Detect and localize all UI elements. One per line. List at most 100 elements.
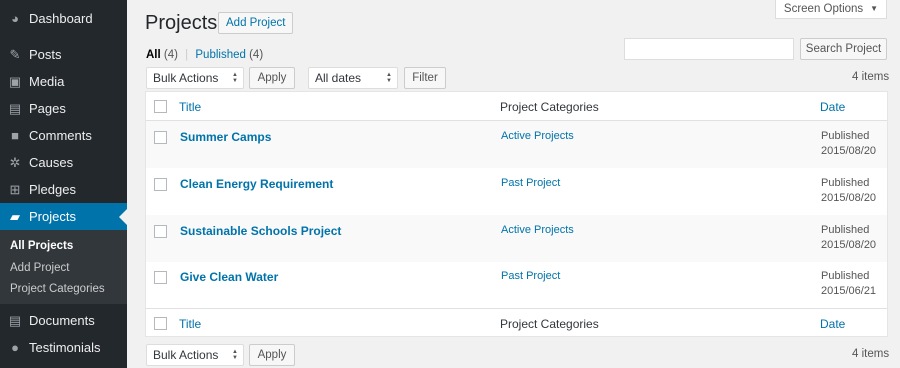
apply-button-bottom[interactable]: Apply [249, 344, 295, 366]
sidebar-item-projects[interactable]: ▰ Projects [0, 203, 127, 230]
select-all-checkbox[interactable] [154, 317, 167, 330]
sidebar-item-posts[interactable]: ✎ Posts [0, 41, 127, 68]
select-all-checkbox[interactable] [154, 100, 167, 113]
row-category-link[interactable]: Active Projects [501, 130, 574, 142]
submenu-add-project[interactable]: Add Project [10, 262, 69, 274]
testimonials-icon: ● [11, 340, 19, 355]
bulk-actions-value: Bulk Actions [153, 348, 219, 362]
comments-icon: ■ [11, 128, 19, 143]
sidebar-item-dashboard[interactable]: ◕ Dashboard [0, 5, 127, 32]
admin-sidebar: ◕ Dashboard ✎ Posts ▣ Media ▤ Pages ■ Co… [0, 0, 127, 368]
bulk-actions-select[interactable]: Bulk Actions ▲ ▼ [146, 67, 244, 89]
column-categories: Project Categories [500, 100, 599, 114]
row-checkbox[interactable] [154, 178, 167, 191]
sidebar-item-label: Testimonials [29, 340, 101, 355]
caret-down-icon: ▼ [870, 4, 879, 13]
pages-icon: ▤ [8, 101, 22, 116]
page-title: Projects [145, 12, 218, 34]
row-date-value: 2015/08/20 [821, 192, 877, 204]
bulk-actions-value: Bulk Actions [153, 71, 219, 85]
status-filters: All (4) | Published (4) [146, 49, 263, 61]
causes-icon: ✲ [9, 155, 21, 170]
submenu-project-categories[interactable]: Project Categories [10, 283, 105, 295]
filter-all[interactable]: All [146, 49, 161, 61]
bulk-actions-select-bottom[interactable]: Bulk Actions ▲ ▼ [146, 344, 244, 366]
select-arrows-icon: ▲ ▼ [232, 72, 238, 84]
row-date: Published 2015/08/20 [821, 223, 876, 253]
filter-separator: | [185, 49, 189, 61]
row-date-value: 2015/08/20 [821, 239, 877, 251]
screen-options-label: Screen Options [783, 2, 864, 15]
media-icon: ▣ [8, 74, 22, 89]
items-count-bottom: 4 items [852, 348, 890, 360]
submenu-all-projects[interactable]: All Projects [10, 240, 73, 252]
column-date[interactable]: Date [820, 317, 845, 331]
sidebar-item-label: Pledges [29, 182, 76, 197]
sidebar-item-testimonials[interactable]: ● Testimonials [0, 334, 127, 361]
dashboard-icon: ◕ [11, 11, 19, 26]
table-row: Sustainable Schools Project Active Proje… [146, 215, 887, 262]
row-title-link[interactable]: Sustainable Schools Project [180, 224, 341, 238]
table-header: Title Project Categories Date [146, 92, 887, 121]
sidebar-item-label: Dashboard [29, 11, 93, 26]
column-title[interactable]: Title [179, 317, 201, 331]
sidebar-item-label: Comments [29, 128, 92, 143]
row-category-link[interactable]: Past Project [501, 177, 560, 189]
row-date: Published 2015/06/21 [821, 269, 876, 299]
search-project-button[interactable]: Search Project [800, 38, 887, 60]
column-date[interactable]: Date [820, 100, 845, 114]
row-title-link[interactable]: Summer Camps [180, 130, 271, 144]
folder-icon: ▰ [10, 209, 20, 224]
select-arrows-icon: ▲ ▼ [386, 72, 392, 84]
row-checkbox[interactable] [154, 271, 167, 284]
projects-table: Title Project Categories Date Summer Cam… [145, 91, 888, 337]
row-title-link[interactable]: Clean Energy Requirement [180, 177, 333, 191]
table-row: Give Clean Water Past Project Published … [146, 261, 887, 308]
row-status: Published [821, 130, 870, 142]
row-checkbox[interactable] [154, 131, 167, 144]
sidebar-item-comments[interactable]: ■ Comments [0, 122, 127, 149]
sidebar-item-media[interactable]: ▣ Media [0, 68, 127, 95]
sidebar-item-label: Documents [29, 313, 95, 328]
pin-icon: ✎ [9, 47, 21, 62]
row-date: Published 2015/08/20 [821, 176, 876, 206]
sidebar-item-causes[interactable]: ✲ Causes [0, 149, 127, 176]
row-status: Published [821, 270, 870, 282]
sidebar-item-label: Causes [29, 155, 74, 170]
column-title[interactable]: Title [179, 100, 201, 114]
table-row: Summer Camps Active Projects Published 2… [146, 121, 887, 168]
row-date: Published 2015/08/20 [821, 129, 876, 159]
active-indicator [119, 208, 127, 225]
search-input[interactable] [624, 38, 794, 60]
cart-icon: ⊞ [9, 182, 21, 197]
sidebar-item-label: Projects [29, 209, 76, 224]
row-title-link[interactable]: Give Clean Water [180, 270, 278, 284]
select-arrows-icon: ▲ ▼ [232, 349, 238, 361]
sidebar-item-label: Posts [29, 47, 62, 62]
table-footer: Title Project Categories Date [146, 308, 887, 337]
filter-published-count: (4) [249, 49, 264, 61]
row-category-link[interactable]: Active Projects [501, 224, 574, 236]
sidebar-item-label: Pages [29, 101, 66, 116]
apply-button[interactable]: Apply [249, 67, 295, 89]
filter-published[interactable]: Published [195, 49, 246, 61]
row-status: Published [821, 224, 870, 236]
sidebar-item-pages[interactable]: ▤ Pages [0, 95, 127, 122]
row-status: Published [821, 177, 870, 189]
projects-submenu: All Projects Add Project Project Categor… [0, 230, 127, 304]
sidebar-item-documents[interactable]: ▤ Documents [0, 307, 127, 334]
filter-all-count: (4) [163, 49, 178, 61]
row-checkbox[interactable] [154, 225, 167, 238]
row-date-value: 2015/08/20 [821, 145, 877, 157]
dates-value: All dates [315, 71, 362, 85]
screen-options-button[interactable]: Screen Options ▼ [775, 0, 887, 19]
dates-select[interactable]: All dates ▲ ▼ [308, 67, 398, 89]
row-category-link[interactable]: Past Project [501, 270, 560, 282]
row-date-value: 2015/06/21 [821, 285, 877, 297]
filter-button[interactable]: Filter [404, 67, 446, 89]
sidebar-item-label: Media [29, 74, 65, 89]
items-count: 4 items [852, 71, 890, 83]
add-project-button[interactable]: Add Project [218, 12, 294, 34]
sidebar-item-pledges[interactable]: ⊞ Pledges [0, 176, 127, 203]
documents-icon: ▤ [8, 313, 22, 328]
